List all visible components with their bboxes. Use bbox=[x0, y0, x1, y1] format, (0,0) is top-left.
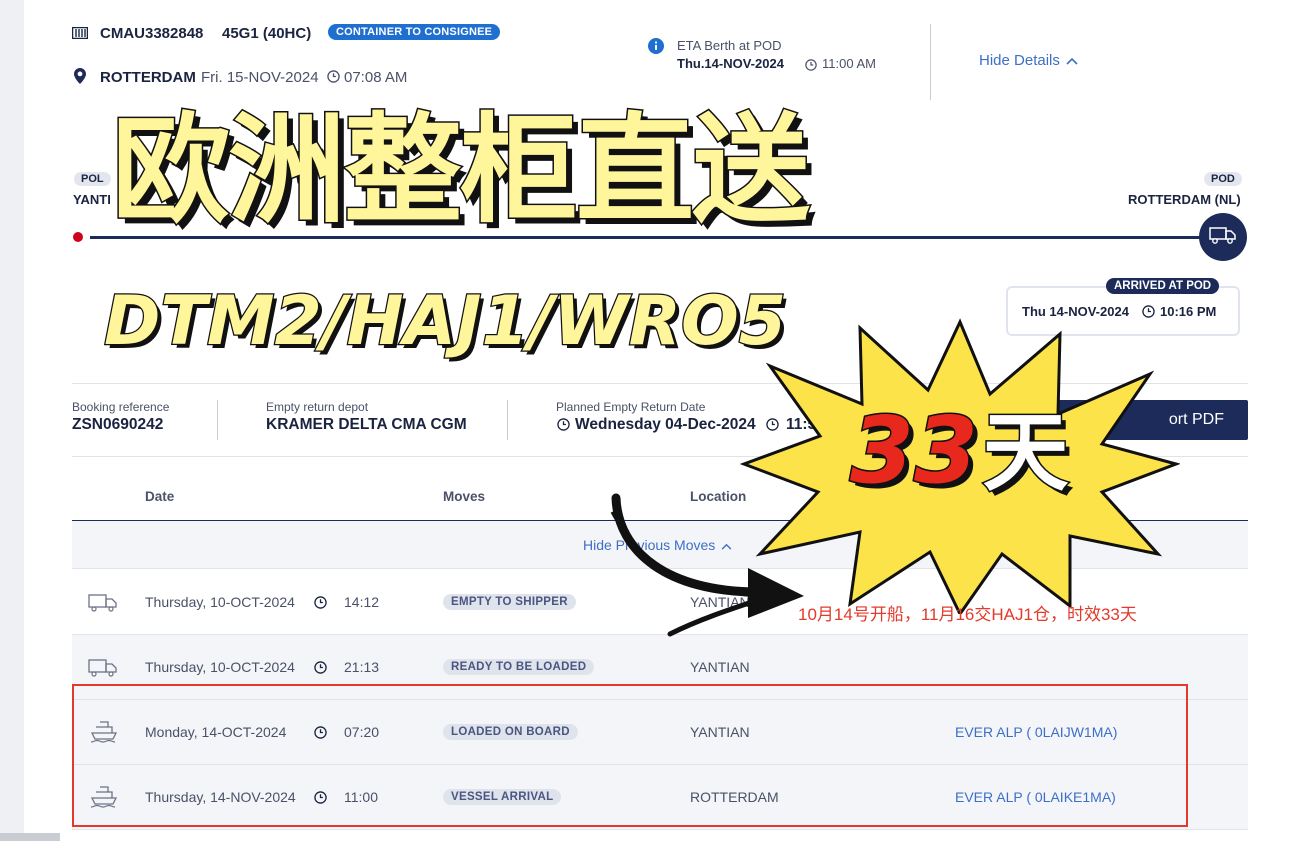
overlay-title: 欧洲整柜直送 bbox=[110, 100, 811, 241]
highlight-box bbox=[72, 684, 1188, 827]
container-type: 45G1 (40HC) bbox=[222, 25, 312, 42]
days-unit: 天 bbox=[981, 402, 1070, 505]
clock-icon bbox=[805, 58, 817, 76]
info-divider bbox=[217, 400, 218, 440]
current-location-date: Fri. 15-NOV-2024 bbox=[201, 69, 319, 86]
status-badge: CONTAINER TO CONSIGNEE bbox=[328, 24, 501, 40]
move-status-cell: EMPTY TO SHIPPER bbox=[443, 570, 576, 634]
current-location: ROTTERDAM bbox=[100, 69, 196, 86]
column-header-date: Date bbox=[145, 489, 175, 504]
arrived-tag: ARRIVED AT POD bbox=[1106, 278, 1220, 294]
container-id: CMAU3382848 bbox=[100, 25, 204, 42]
truck-icon bbox=[88, 570, 118, 634]
days-number: 33 bbox=[848, 396, 979, 506]
booking-label: Booking reference bbox=[72, 400, 170, 414]
column-header-moves: Moves bbox=[443, 489, 486, 504]
container-icon bbox=[71, 26, 89, 44]
eta-label: ETA Berth at POD bbox=[677, 38, 782, 53]
pod-name: ROTTERDAM (NL) bbox=[1128, 192, 1241, 207]
overlay-codes: DTM2/HAJ1/WRO5 bbox=[103, 281, 788, 363]
days-badge-text: 33 天 bbox=[848, 382, 1070, 507]
scrollbar[interactable] bbox=[0, 833, 60, 841]
move-status: EMPTY TO SHIPPER bbox=[443, 594, 576, 610]
clock-icon bbox=[557, 418, 570, 436]
chevron-up-icon bbox=[1066, 52, 1078, 69]
move-status: READY TO BE LOADED bbox=[443, 659, 595, 675]
hide-details-link[interactable]: Hide Details bbox=[979, 52, 1078, 69]
header-divider bbox=[930, 24, 931, 100]
location-pin-icon bbox=[74, 68, 86, 89]
pod-tag: POD bbox=[1204, 172, 1242, 186]
depot-value: KRAMER DELTA CMA CGM bbox=[266, 416, 467, 433]
pol-name: YANTI bbox=[73, 192, 111, 207]
row-date: Thursday, 10-OCT-2024 bbox=[145, 594, 295, 610]
depot-label: Empty return depot bbox=[266, 400, 369, 414]
origin-marker bbox=[73, 232, 83, 242]
hide-details-label: Hide Details bbox=[979, 52, 1060, 69]
current-location-time: 07:08 AM bbox=[344, 69, 408, 86]
planned-label: Planned Empty Return Date bbox=[556, 400, 706, 414]
annotation-note: 10月14号开船，11月16交HAJ1仓，时效33天 bbox=[798, 605, 1137, 624]
eta-time: 11:00 AM bbox=[822, 56, 876, 71]
info-divider bbox=[507, 400, 508, 440]
eta-date: Thu.14-NOV-2024 bbox=[677, 56, 784, 71]
arrow-pointer bbox=[610, 493, 804, 637]
destination-marker bbox=[1199, 213, 1247, 261]
info-icon bbox=[648, 38, 664, 59]
tracking-page: CMAU3382848 45G1 (40HC) CONTAINER TO CON… bbox=[24, 0, 1303, 841]
booking-value: ZSN0690242 bbox=[72, 416, 164, 433]
row-time: 14:12 bbox=[344, 594, 380, 610]
clock-icon bbox=[327, 70, 340, 88]
pol-tag: POL bbox=[74, 172, 111, 186]
truck-icon bbox=[1209, 225, 1237, 250]
planned-date: Wednesday 04-Dec-2024 bbox=[575, 416, 756, 433]
clock-icon bbox=[314, 570, 327, 634]
